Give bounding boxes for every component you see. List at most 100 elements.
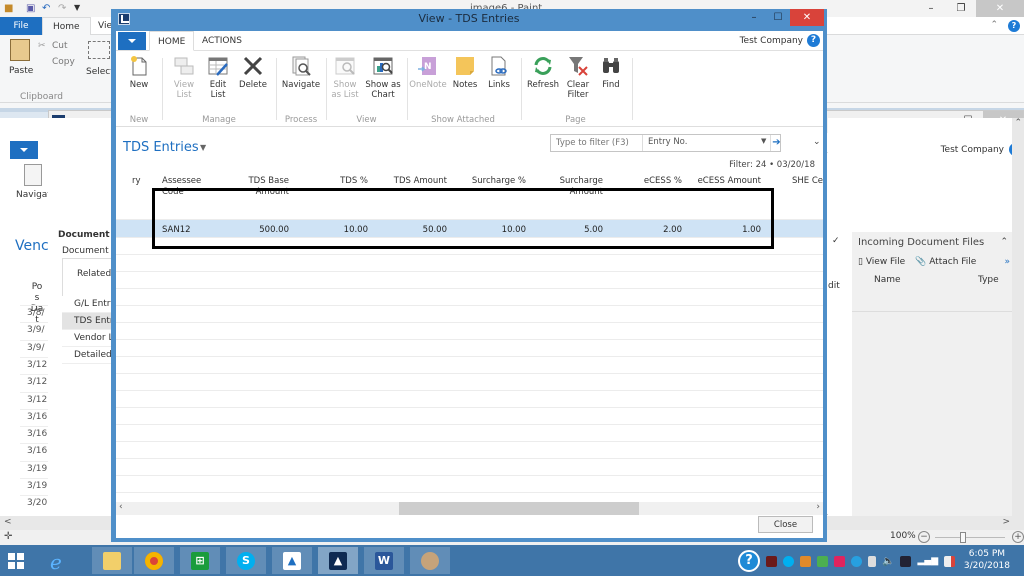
delete-button[interactable]: Delete: [233, 55, 273, 90]
minimize-icon[interactable]: –: [742, 9, 766, 26]
internet-explorer-icon[interactable]: e: [50, 550, 62, 574]
app-menu-button[interactable]: [10, 141, 38, 159]
posting-date-header[interactable]: Pos Dat: [30, 282, 44, 326]
onenote-button[interactable]: N OneNote: [408, 55, 448, 90]
close-icon[interactable]: ✕: [976, 0, 1024, 17]
column-header-she-cess[interactable]: SHE Ces: [792, 176, 823, 187]
customize-qat-icon[interactable]: ▼: [74, 3, 80, 12]
posting-date-cell[interactable]: 3/16: [27, 412, 47, 422]
app-tray-icon[interactable]: [800, 555, 811, 567]
tab-home[interactable]: Home: [42, 17, 91, 35]
scroll-right-icon[interactable]: ›: [816, 502, 820, 512]
page-title-dropdown-icon[interactable]: ▼: [200, 143, 206, 152]
posting-date-cell[interactable]: 3/12: [27, 377, 47, 387]
posting-date-cell[interactable]: 3/19: [27, 464, 47, 474]
taskbar-dynamics-nav-1[interactable]: ▲: [272, 547, 312, 574]
navigate-button[interactable]: Navigate: [279, 55, 323, 90]
cloud-tray-icon[interactable]: [851, 555, 862, 567]
find-button[interactable]: Find: [594, 55, 628, 90]
system-clock[interactable]: 6:05 PM 3/20/2018: [964, 548, 1010, 572]
posting-date-cell[interactable]: 3/9/: [27, 325, 45, 335]
column-header-entry[interactable]: ry: [132, 176, 141, 187]
column-header-ecess-pct[interactable]: eCESS %: [636, 176, 682, 187]
column-header-surcharge-pct[interactable]: Surcharge %: [456, 176, 526, 187]
app-tray-icon-2[interactable]: [834, 555, 845, 567]
taskbar-skype[interactable]: S: [226, 547, 266, 574]
taskbar-word[interactable]: W: [364, 547, 404, 574]
taskbar-store[interactable]: ⊞: [180, 547, 220, 574]
posting-date-cell[interactable]: 3/9/: [27, 343, 45, 353]
tab-home[interactable]: HOME: [149, 31, 195, 51]
help-circle-icon[interactable]: ?: [738, 550, 760, 572]
tab-file[interactable]: File: [0, 17, 42, 35]
app-menu-button[interactable]: [118, 32, 146, 50]
skype-tray-icon[interactable]: [783, 555, 794, 567]
show-as-list-button[interactable]: Show as List: [328, 55, 362, 100]
security-tray-icon[interactable]: [817, 555, 828, 567]
scrollbar-thumb[interactable]: [399, 502, 639, 515]
redo-icon[interactable]: ↷: [58, 3, 66, 14]
expand-filter-pane-icon[interactable]: ⌄: [813, 137, 821, 147]
vertical-scrollbar[interactable]: [1012, 118, 1024, 516]
taskbar-file-explorer[interactable]: [92, 547, 132, 574]
column-header-ecess-amount[interactable]: eCESS Amount: [686, 176, 761, 187]
taskbar-dynamics-nav-2[interactable]: ▲: [318, 547, 358, 574]
save-icon[interactable]: ▣: [26, 3, 35, 14]
close-icon[interactable]: ✕: [790, 9, 824, 26]
zoom-slider[interactable]: [935, 537, 1005, 538]
acrobat-icon[interactable]: [766, 555, 777, 567]
posting-date-cell[interactable]: 3/16: [27, 446, 47, 456]
undo-icon[interactable]: ↶: [42, 3, 50, 14]
column-header-tds-pct[interactable]: TDS %: [326, 176, 368, 187]
scroll-left-icon[interactable]: ‹: [119, 502, 123, 512]
zoom-in-button[interactable]: +: [1012, 531, 1024, 543]
clear-filter-button[interactable]: Clear Filter: [561, 55, 595, 100]
taskbar-paint[interactable]: [410, 547, 450, 574]
select-button[interactable]: Select: [86, 67, 114, 77]
posting-date-cell[interactable]: 3/19: [27, 481, 47, 491]
copy-button[interactable]: Copy: [52, 57, 75, 67]
action-center-flag-icon[interactable]: [944, 555, 956, 567]
close-button[interactable]: Close: [758, 516, 813, 533]
scroll-left-icon[interactable]: <: [4, 517, 12, 527]
restore-icon[interactable]: ❐: [946, 0, 976, 17]
start-button[interactable]: [8, 553, 24, 569]
zoom-slider-thumb[interactable]: [960, 532, 966, 543]
chevron-down-icon[interactable]: ▼: [761, 137, 766, 145]
scroll-right-icon[interactable]: >: [1002, 517, 1010, 527]
attach-file-button[interactable]: 📎 Attach File: [915, 257, 976, 267]
cut-button[interactable]: Cut: [52, 41, 68, 51]
minimize-icon[interactable]: –: [916, 0, 946, 17]
volume-icon[interactable]: 🔈: [882, 556, 894, 567]
grid-horizontal-scrollbar[interactable]: ‹ ›: [116, 502, 823, 515]
filter-input[interactable]: [551, 135, 643, 151]
column-header-tds-amount[interactable]: TDS Amount: [381, 176, 447, 187]
tab-actions[interactable]: ACTIONS: [194, 31, 250, 51]
help-icon[interactable]: ?: [807, 34, 820, 47]
more-actions-icon[interactable]: »: [1004, 257, 1010, 267]
posting-date-cell[interactable]: 3/12: [27, 360, 47, 370]
collapse-icon[interactable]: ⌃: [1000, 237, 1008, 247]
paste-button[interactable]: Paste: [9, 66, 33, 76]
posting-date-cell[interactable]: 3/8/: [27, 308, 45, 318]
posting-date-cell[interactable]: 3/20: [27, 498, 47, 508]
posting-date-cell[interactable]: 3/16: [27, 429, 47, 439]
view-file-button[interactable]: ▯ View File: [858, 257, 905, 267]
filter-field-select[interactable]: Entry No.: [648, 137, 687, 147]
collapse-ribbon-icon[interactable]: ⌃: [990, 20, 998, 30]
maximize-icon[interactable]: ☐: [766, 9, 790, 26]
links-button[interactable]: Links: [482, 55, 516, 90]
refresh-button[interactable]: Refresh: [523, 55, 563, 90]
edit-list-button[interactable]: Edit List: [198, 55, 238, 100]
column-name[interactable]: Name: [874, 275, 901, 285]
apply-filter-arrow-icon[interactable]: ➔: [770, 135, 782, 151]
battery-icon[interactable]: [868, 555, 876, 567]
help-icon[interactable]: ?: [1008, 20, 1020, 32]
network-display-icon[interactable]: [900, 555, 912, 567]
scroll-up-icon[interactable]: ⌃: [1014, 118, 1022, 128]
new-button[interactable]: New: [119, 55, 159, 90]
column-type[interactable]: Type: [978, 275, 999, 285]
taskbar-chrome[interactable]: [134, 547, 174, 574]
posting-date-cell[interactable]: 3/12: [27, 395, 47, 405]
show-as-chart-button[interactable]: Show as Chart: [361, 55, 405, 100]
